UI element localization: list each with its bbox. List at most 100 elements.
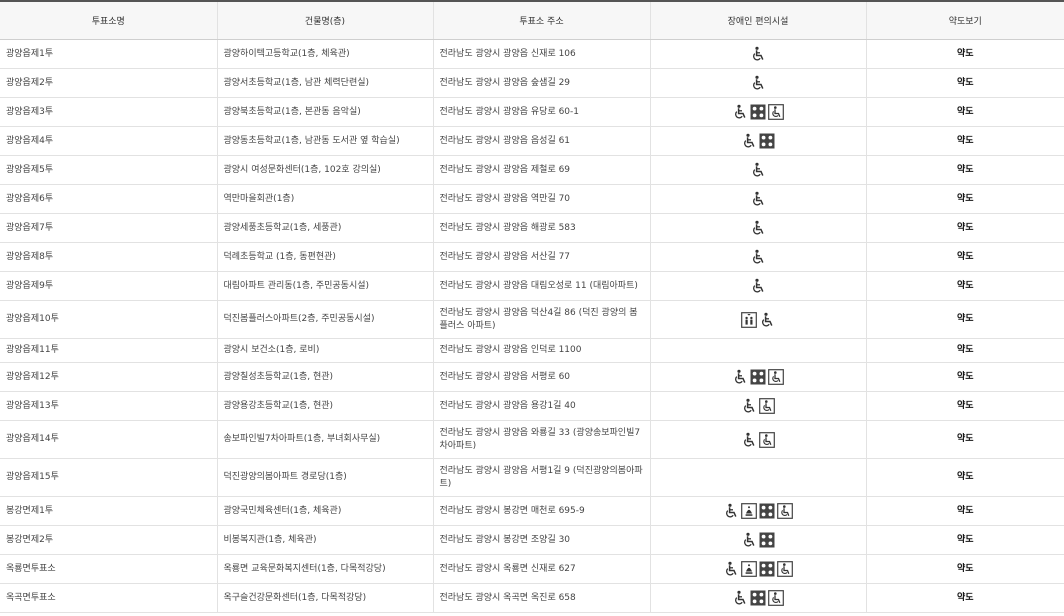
station-name-cell: 옥곡면투표소 xyxy=(0,583,217,613)
map-link[interactable]: 약도 xyxy=(865,554,1064,584)
wheelchair-box-icon xyxy=(777,561,793,577)
building-cell: 광양시 보건소(1층, 로비) xyxy=(216,338,433,363)
wheelchair-box-icon xyxy=(759,431,775,448)
building-cell: 광양국민체육센터(1층, 체육관) xyxy=(216,496,433,526)
map-link[interactable]: 약도 xyxy=(865,155,1064,185)
station-name-cell: 광양읍제11투 xyxy=(0,338,217,363)
table-row: 광양읍제4투 광양동초등학교(1층, 남관동 도서관 옆 학습실) 전라남도 광양시… xyxy=(0,126,1064,156)
facilities-cell xyxy=(649,554,866,584)
map-link[interactable]: 약도 xyxy=(865,213,1064,243)
wheelchair-icon xyxy=(732,590,748,606)
header-map: 약도보기 xyxy=(865,0,1064,40)
table-row: 옥곡면투표소 옥구슬건강문화센터(1층, 다목적강당) 전라남도 광양시 옥곡면 옥… xyxy=(0,583,1064,613)
wheelchair-icon xyxy=(750,46,766,62)
wheelchair-box-icon xyxy=(768,590,784,606)
map-link[interactable]: 약도 xyxy=(865,300,1064,339)
building-cell: 역만마을회관(1층) xyxy=(216,184,433,214)
wheelchair-icon xyxy=(750,220,766,236)
address-cell: 전라남도 광양시 광양읍 제철로 69 xyxy=(432,155,650,185)
wheelchair-box-icon xyxy=(768,369,784,385)
hearing-icon xyxy=(741,503,757,519)
wheelchair-box-icon xyxy=(768,104,784,120)
station-name-cell: 광양읍제9투 xyxy=(0,271,217,301)
header-address: 투표소 주소 xyxy=(432,0,650,40)
wheelchair-box-icon xyxy=(777,503,793,519)
table-row: 광양읍제5투 광양시 여성문화센터(1층, 102호 강의실) 전라남도 광양시 광… xyxy=(0,155,1064,185)
table-row: 봉강면제2투 비봉복지관(1층, 체육관) 전라남도 광양시 봉강면 조양길 30 약… xyxy=(0,525,1064,555)
station-name-cell: 봉강면제1투 xyxy=(0,496,217,526)
address-cell: 전라남도 광양시 광양읍 해광로 583 xyxy=(432,213,650,243)
wheelchair-icon xyxy=(741,432,757,448)
map-link[interactable]: 약도 xyxy=(865,338,1064,363)
station-name-cell: 광양읍제2투 xyxy=(0,68,217,98)
braille-icon xyxy=(750,590,766,606)
wheelchair-icon xyxy=(723,503,739,519)
table-row: 광양읍제12투 광양칠성초등학교(1층, 현관) 전라남도 광양시 광양읍 서평로 … xyxy=(0,362,1064,392)
station-name-cell: 광양읍제12투 xyxy=(0,362,217,392)
address-cell: 전라남도 광양시 광양읍 대림오성로 11 (대림아파트) xyxy=(432,271,650,301)
building-cell: 덕진광양의봄아파트 경로당(1층) xyxy=(216,458,433,497)
table-row: 광양읍제8투 덕례초등학교 (1층, 동편현관) 전라남도 광양시 광양읍 서산길 … xyxy=(0,242,1064,272)
table-row: 봉강면제1투 광양국민체육센터(1층, 체육관) 전라남도 광양시 봉강면 매천로 … xyxy=(0,496,1064,526)
station-name-cell: 광양읍제8투 xyxy=(0,242,217,272)
facilities-cell xyxy=(649,242,866,272)
building-cell: 덕진봄플러스아파트(2층, 주민공동시설) xyxy=(216,300,433,339)
wheelchair-icon xyxy=(732,369,748,385)
table-row: 광양읍제11투 광양시 보건소(1층, 로비) 전라남도 광양시 광양읍 인덕로 1… xyxy=(0,338,1064,363)
address-cell: 전라남도 광양시 광양읍 인덕로 1100 xyxy=(432,338,650,363)
map-link[interactable]: 약도 xyxy=(865,126,1064,156)
building-cell: 옥룡면 교육문화복지센터(1층, 다목적강당) xyxy=(216,554,433,584)
map-link[interactable]: 약도 xyxy=(865,184,1064,214)
map-link[interactable]: 약도 xyxy=(865,242,1064,272)
table-body: 광양읍제1투 광양하이텍고등학교(1층, 체육관) 전라남도 광양시 광양읍 신재로… xyxy=(0,39,1064,613)
station-name-cell: 광양읍제7투 xyxy=(0,213,217,243)
map-link[interactable]: 약도 xyxy=(865,362,1064,392)
map-link[interactable]: 약도 xyxy=(865,525,1064,555)
polling-station-table: 투표소명 건물명(층) 투표소 주소 장애인 편의시설 약도보기 광양읍제1투 광… xyxy=(0,0,1064,613)
station-name-cell: 광양읍제6투 xyxy=(0,184,217,214)
wheelchair-icon xyxy=(750,191,766,207)
station-name-cell: 광양읍제13투 xyxy=(0,391,217,421)
facilities-cell xyxy=(649,458,866,497)
building-cell: 대림아파트 관리동(1층, 주민공동시설) xyxy=(216,271,433,301)
building-cell: 덕례초등학교 (1층, 동편현관) xyxy=(216,242,433,272)
wheelchair-icon xyxy=(750,278,766,294)
address-cell: 전라남도 광양시 광양읍 서산길 77 xyxy=(432,242,650,272)
wheelchair-icon xyxy=(750,75,766,91)
station-name-cell: 광양읍제4투 xyxy=(0,126,217,156)
map-link[interactable]: 약도 xyxy=(865,420,1064,459)
wheelchair-icon xyxy=(732,104,748,120)
station-name-cell: 광양읍제10투 xyxy=(0,300,217,339)
hearing-icon xyxy=(741,561,757,577)
facilities-cell xyxy=(649,126,866,156)
header-facilities: 장애인 편의시설 xyxy=(649,0,866,40)
header-station-name: 투표소명 xyxy=(0,0,217,40)
station-name-cell: 옥룡면투표소 xyxy=(0,554,217,584)
wheelchair-box-icon xyxy=(759,398,775,414)
wheelchair-icon xyxy=(741,133,757,149)
station-name-cell: 광양읍제15투 xyxy=(0,458,217,497)
map-link[interactable]: 약도 xyxy=(865,271,1064,301)
wheelchair-icon xyxy=(723,561,739,577)
table-row: 옥룡면투표소 옥룡면 교육문화복지센터(1층, 다목적강당) 전라남도 광양시 옥룡… xyxy=(0,554,1064,584)
table-row: 광양읍제3투 광양북초등학교(1층, 본관동 음악실) 전라남도 광양시 광양읍 유… xyxy=(0,97,1064,127)
building-cell: 광양동초등학교(1층, 남관동 도서관 옆 학습실) xyxy=(216,126,433,156)
address-cell: 전라남도 광양시 광양읍 숲샘길 29 xyxy=(432,68,650,98)
table-row: 광양읍제9투 대림아파트 관리동(1층, 주민공동시설) 전라남도 광양시 광양읍 … xyxy=(0,271,1064,301)
header-row: 투표소명 건물명(층) 투표소 주소 장애인 편의시설 약도보기 xyxy=(0,0,1064,40)
facilities-cell xyxy=(649,271,866,301)
map-link[interactable]: 약도 xyxy=(865,39,1064,69)
address-cell: 전라남도 광양시 봉강면 조양길 30 xyxy=(432,525,650,555)
map-link[interactable]: 약도 xyxy=(865,68,1064,98)
map-link[interactable]: 약도 xyxy=(865,458,1064,497)
building-cell: 옥구슬건강문화센터(1층, 다목적강당) xyxy=(216,583,433,613)
map-link[interactable]: 약도 xyxy=(865,583,1064,613)
address-cell: 전라남도 광양시 광양읍 와룡길 33 (광양송보파인빌7차아파트) xyxy=(432,420,650,459)
table-row: 광양읍제6투 역만마을회관(1층) 전라남도 광양시 광양읍 역만길 70 약도 xyxy=(0,184,1064,214)
map-link[interactable]: 약도 xyxy=(865,496,1064,526)
facilities-cell xyxy=(649,68,866,98)
facilities-cell xyxy=(649,420,866,459)
table-row: 광양읍제10투 덕진봄플러스아파트(2층, 주민공동시설) 전라남도 광양시 광양읍… xyxy=(0,300,1064,339)
map-link[interactable]: 약도 xyxy=(865,391,1064,421)
map-link[interactable]: 약도 xyxy=(865,97,1064,127)
